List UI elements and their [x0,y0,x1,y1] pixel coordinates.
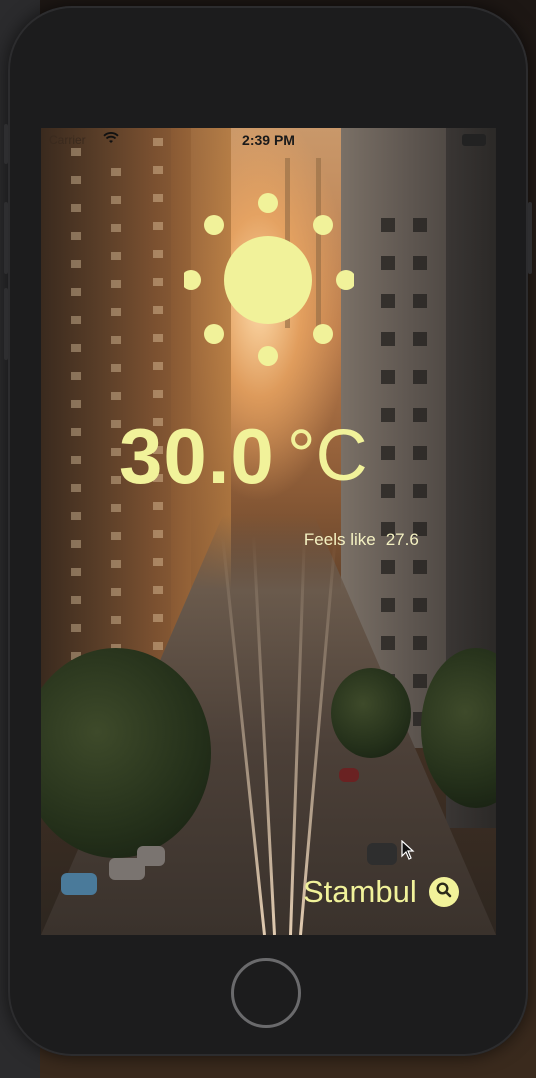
building-windows [153,138,163,668]
sun-icon [181,188,356,368]
power-button [528,202,532,274]
volume-down-button [4,288,8,360]
app-screen: Carrier 2:39 PM 30.0 °C Feels like 27.6 … [41,128,496,935]
status-bar: Carrier 2:39 PM [41,128,496,152]
feels-like-value: 27.6 [385,530,419,549]
volume-up-button [4,202,8,274]
tree [331,668,411,758]
status-time: 2:39 PM [242,132,295,148]
city-name[interactable]: Stambul [303,874,417,910]
search-icon [435,881,453,904]
search-button[interactable] [428,877,459,907]
building-windows [413,218,427,738]
temperature-unit: °C [286,416,368,496]
mute-switch [4,124,8,164]
car [367,843,397,865]
car [137,846,165,866]
temperature-value: 30.0 [119,412,275,500]
car [61,873,97,895]
battery-icon [462,134,486,146]
location-bar: Stambul [303,872,459,912]
home-button[interactable] [231,958,301,1028]
temperature-display: 30.0 °C [119,416,368,496]
feels-like-label: Feels like [303,530,376,549]
building-windows [381,218,395,738]
mouse-cursor-icon [401,839,415,865]
building-windows [71,148,81,668]
feels-like-row: Feels like 27.6 [285,510,419,570]
car [339,768,359,782]
